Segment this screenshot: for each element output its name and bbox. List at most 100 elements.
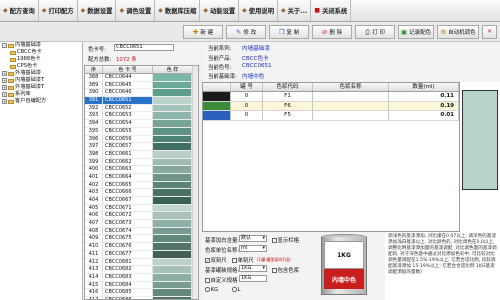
formula-row[interactable]: 412 CBCC0681	[85, 258, 198, 267]
formula-row[interactable]: 413 CBCC0682	[85, 266, 198, 274]
formula-row[interactable]: 406 CBCC0672	[85, 212, 198, 221]
folder-icon	[8, 85, 14, 90]
formula-row[interactable]: 397 CBCC0657	[85, 143, 198, 151]
toolbar-button-7[interactable]: ◆ 关于...	[278, 0, 312, 21]
row-color-code: CBCC0674	[103, 227, 153, 235]
formula-list-rows: 388 CBCC0644 389 CBCC0645 390 CBCC0646 391 CBCC…	[85, 74, 198, 299]
dual-scale-checkbox[interactable]: ✓双刻尺	[205, 256, 227, 264]
formula-row[interactable]: 388 CBCC0644	[85, 74, 198, 82]
formula-row[interactable]: 400 CBCC0663	[85, 166, 198, 174]
toolbar-button-5[interactable]: ◆ 动能设置	[200, 0, 240, 21]
formula-detail-row[interactable]: 0 F6 0.19	[203, 101, 459, 111]
expand-icon[interactable]: +	[2, 85, 7, 90]
unit-l-radio[interactable]: L	[232, 287, 241, 293]
formula-row[interactable]: 390 CBCC0646	[85, 89, 198, 98]
folder-icon	[8, 71, 14, 76]
print-button[interactable]: ⎙ 打 印	[355, 25, 395, 39]
tree-item-label: 内墙基础漆T	[15, 77, 45, 83]
toolbar-button-3[interactable]: ◆ 调色设置	[116, 0, 156, 21]
formula-row[interactable]: 389 CBCC0645	[85, 81, 198, 90]
row-color-code: CBCC0666	[103, 189, 153, 196]
custom-spec-input[interactable]: 1KG	[239, 275, 267, 282]
formula-row[interactable]: 396 CBCC0656	[85, 135, 198, 144]
formula-row[interactable]: 409 CBCC0675	[85, 235, 198, 244]
expand-icon[interactable]: +	[2, 71, 7, 76]
new-button[interactable]: ✚ 新 建	[183, 25, 223, 39]
formula-row[interactable]: 402 CBCC0665	[85, 181, 198, 190]
tree-item[interactable]: CBCC色卡	[0, 49, 82, 56]
tree-item[interactable]: + 系列库	[0, 91, 82, 98]
row-color-code: CBCC0657	[103, 143, 153, 150]
formula-row[interactable]: 410 CBCC0676	[85, 243, 198, 251]
can-number: 0	[231, 92, 263, 101]
formula-row[interactable]: 416 CBCC0685	[85, 289, 198, 297]
formula-query-icon: ◆	[3, 7, 8, 14]
formula-row[interactable]: 414 CBCC0683	[85, 273, 198, 282]
formula-row[interactable]: 401 CBCC0664	[85, 173, 198, 182]
formula-row[interactable]: 392 CBCC0652	[85, 104, 198, 113]
row-color-code: CBCC0655	[103, 127, 153, 135]
note-panel: 调浅色的基漆添加, 对比谨在0.07以上, 调深色的基漆添加浅白基漆以上, 对比…	[385, 232, 500, 300]
tree-item[interactable]: + 外墙基础漆T	[0, 84, 82, 91]
single-scale-checkbox[interactable]: 单刻尺	[232, 256, 254, 264]
exit-button[interactable]: ✕	[482, 25, 497, 39]
toolbar-button-8[interactable]: ■ 关闭系统	[311, 0, 352, 21]
formula-row[interactable]: 407 CBCC0673	[85, 220, 198, 228]
bucket-spec-select[interactable]: 1KG ▾	[239, 265, 267, 272]
formula-detail-row[interactable]: 0 F1 0.11	[203, 92, 459, 102]
record-formula-button[interactable]: ▣ 记录配色	[398, 25, 434, 39]
col-swatch-header[interactable]: 色 样	[153, 66, 193, 73]
expand-icon[interactable]: +	[2, 78, 7, 83]
dispense-icon: ⚙	[440, 27, 447, 36]
expand-icon[interactable]: +	[2, 92, 7, 97]
formula-row[interactable]: 408 CBCC0674	[85, 227, 198, 236]
toolbar-button-6[interactable]: ◆ 使用说明	[239, 0, 278, 21]
color-number-input[interactable]: CBCC0651	[114, 44, 174, 51]
display-grid-checkbox[interactable]: 显示栏格	[272, 236, 299, 244]
tree-item[interactable]: + 客户自编配方	[0, 98, 82, 105]
formula-row[interactable]: 405 CBCC0671	[85, 204, 198, 213]
formula-row[interactable]: 399 CBCC0662	[85, 158, 198, 167]
collapse-icon[interactable]: −	[2, 43, 7, 48]
row-color-swatch	[153, 143, 192, 150]
expand-icon[interactable]: +	[2, 99, 7, 104]
formula-row[interactable]: 415 CBCC0684	[85, 281, 198, 290]
toolbar-button-label: 数据库压缩	[164, 8, 197, 15]
col-code-header[interactable]: 色 卡 号	[103, 66, 153, 73]
tree-item[interactable]: CPS色卡	[0, 63, 82, 70]
tree-item[interactable]: + 外墙基础漆	[0, 70, 82, 77]
formula-row[interactable]: 398 CBCC0661	[85, 150, 198, 159]
formula-row[interactable]: 394 CBCC0654	[85, 120, 198, 128]
toolbar-button-0[interactable]: ◆ 配方查询	[0, 0, 39, 21]
formula-row[interactable]: 395 CBCC0655	[85, 127, 198, 136]
tree-item[interactable]: 1988色卡	[0, 56, 82, 63]
formula-row[interactable]: 403 CBCC0666	[85, 189, 198, 197]
edit-button[interactable]: ✎ 修 改	[226, 25, 266, 39]
delete-button[interactable]: ⊘ 删 除	[312, 25, 352, 39]
include-paste-checkbox[interactable]: 包含色浆	[272, 266, 299, 274]
tree-item[interactable]: + 内墙基础漆T	[0, 77, 82, 84]
unit-kg-radio[interactable]: KG	[205, 287, 218, 293]
custom-spec-checkbox[interactable]: 自定义规格	[205, 276, 237, 284]
formula-list-scrollbar[interactable]	[192, 66, 198, 299]
checkbox-icon	[272, 238, 277, 243]
tree-item[interactable]: − 内墙基础漆	[0, 42, 82, 49]
toolbar-button-2[interactable]: ◆ 数据设置	[78, 0, 117, 21]
formula-row[interactable]: 404 CBCC0667	[85, 197, 198, 205]
formula-row[interactable]: 393 CBCC0653	[85, 112, 198, 121]
copy-button[interactable]: ❐ 复 制	[269, 25, 309, 39]
tree-item-label: 外墙基础漆T	[15, 84, 45, 90]
paste-unit-select[interactable]: ml ▾	[239, 245, 267, 252]
row-color-swatch	[153, 166, 192, 173]
row-index: 406	[85, 212, 103, 220]
formula-detail-row[interactable]: 0 F5 0.01	[203, 111, 459, 121]
toolbar-button-4[interactable]: ◆ 数据库压缩	[155, 0, 201, 21]
product-label: 当前产品:	[208, 56, 232, 62]
auto-dispense-button[interactable]: ⚙ 自动机调色	[437, 25, 479, 39]
base-white-select[interactable]: 默认 ▾	[239, 235, 267, 242]
toolbar-button-1[interactable]: ◆ 打印配方	[39, 0, 78, 21]
col-index-header[interactable]: 序	[85, 66, 103, 73]
row-color-swatch	[153, 273, 192, 281]
formula-row[interactable]: 411 CBCC0677	[85, 250, 198, 259]
formula-row[interactable]: 391 CBCC0651	[85, 97, 198, 105]
